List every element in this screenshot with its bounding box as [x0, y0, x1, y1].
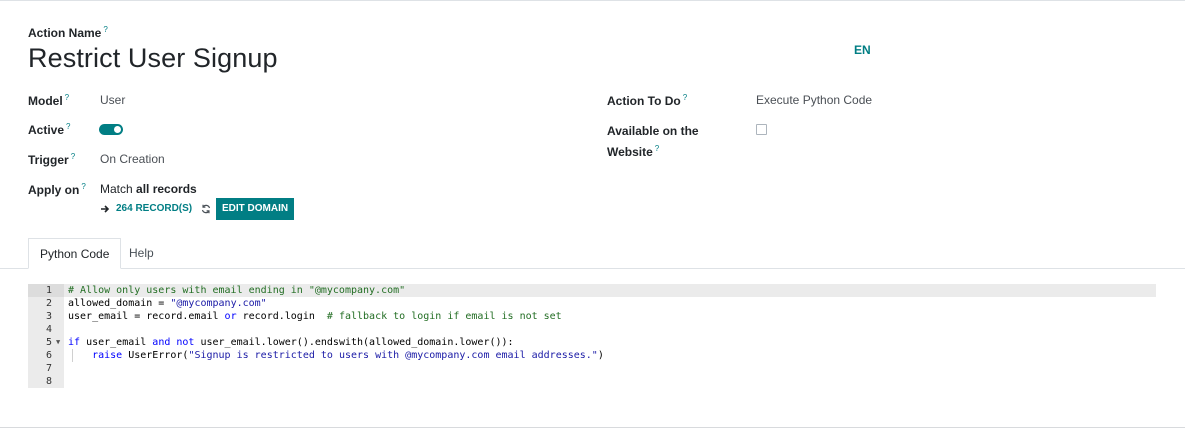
apply-on-prefix: Match	[100, 182, 137, 196]
records-count[interactable]: 264 RECORD(S)	[116, 203, 192, 214]
code-line[interactable]: # Allow only users with email ending in …	[64, 284, 1156, 297]
page-title[interactable]: Restrict User Signup	[28, 43, 278, 74]
available-website-label-line2: Website	[607, 145, 653, 159]
line-number: 8	[45, 376, 52, 387]
apply-on-domain: all records	[136, 182, 197, 196]
apply-on-summary: Match all records	[100, 182, 197, 196]
arrow-right-icon	[101, 204, 110, 213]
language-button[interactable]: EN	[854, 43, 871, 57]
trigger-field[interactable]: On Creation	[100, 152, 165, 166]
help-icon[interactable]: ?	[103, 25, 107, 34]
tab-python-code[interactable]: Python Code	[28, 238, 122, 269]
code-line[interactable]: allowed_domain = "@mycompany.com"	[68, 297, 267, 310]
active-label: Active?	[28, 122, 71, 137]
line-number: 4	[45, 324, 52, 335]
available-website-checkbox[interactable]	[756, 124, 767, 135]
action-to-do-field[interactable]: Execute Python Code	[756, 93, 872, 107]
model-field[interactable]: User	[100, 93, 125, 107]
line-number: 3	[45, 311, 52, 322]
form-sheet: Action Name? Restrict User Signup EN Mod…	[0, 0, 1185, 428]
help-icon[interactable]: ?	[683, 93, 687, 102]
refresh-icon[interactable]	[201, 204, 211, 214]
notebook-tabs: Python Code Help	[0, 238, 1185, 269]
action-to-do-label: Action To Do?	[607, 93, 688, 108]
chevron-down-icon[interactable]: ▼	[56, 336, 60, 349]
line-number: 5	[45, 337, 52, 348]
line-number: 1	[28, 284, 64, 297]
edit-domain-button[interactable]: EDIT DOMAIN	[216, 198, 295, 220]
active-toggle[interactable]	[99, 124, 123, 135]
line-number: 2	[45, 298, 52, 309]
help-icon[interactable]: ?	[65, 93, 69, 102]
available-website-label-line1: Available on the	[607, 124, 699, 138]
available-website-label: Available on the Website?	[607, 123, 699, 161]
code-line[interactable]: user_email = record.email or record.logi…	[68, 310, 562, 323]
code-line[interactable]: raise UserError("Signup is restricted to…	[68, 349, 604, 362]
help-icon[interactable]: ?	[81, 182, 85, 191]
records-link[interactable]: 264 RECORD(S)	[100, 203, 192, 214]
line-number: 6	[45, 350, 52, 361]
tab-help[interactable]: Help	[118, 238, 165, 269]
apply-on-label: Apply on?	[28, 182, 86, 197]
trigger-label: Trigger?	[28, 152, 76, 167]
model-label: Model?	[28, 93, 70, 108]
code-line[interactable]: if user_email and not user_email.lower()…	[68, 336, 514, 349]
line-number: 7	[45, 363, 52, 374]
help-icon[interactable]: ?	[66, 122, 70, 131]
action-name-label: Action Name?	[28, 25, 108, 40]
help-icon[interactable]: ?	[655, 144, 659, 153]
code-editor[interactable]: 1 2 3 4 5 ▼ 6 7 8 # Allow only users wit…	[28, 284, 1156, 388]
help-icon[interactable]: ?	[71, 152, 75, 161]
